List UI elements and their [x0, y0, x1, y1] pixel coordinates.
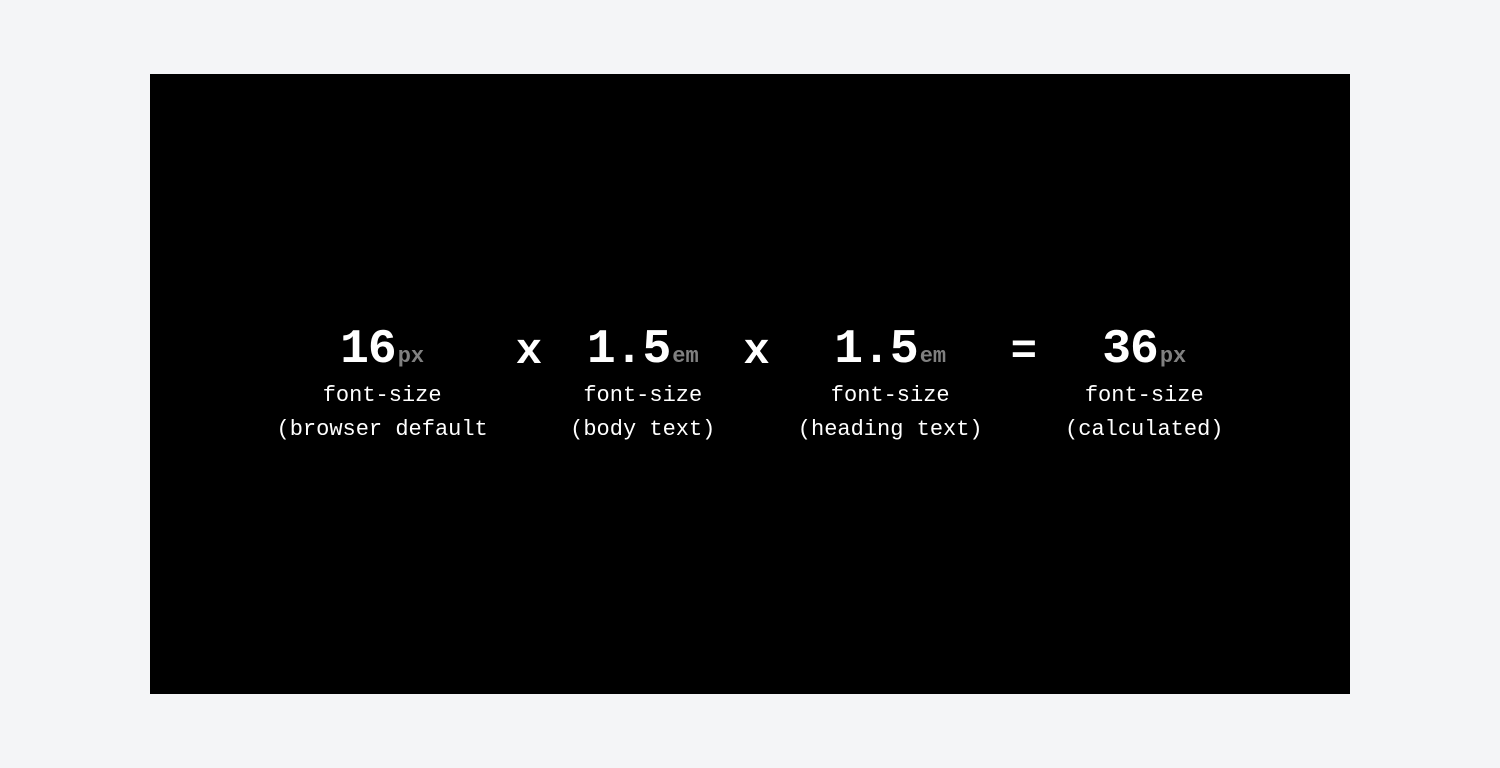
term-value: 36: [1102, 323, 1158, 377]
term-label-1: font-size: [831, 381, 950, 411]
term-label-2: (calculated): [1065, 415, 1223, 445]
term-label-1: font-size: [1085, 381, 1204, 411]
operator-equals: =: [1011, 323, 1037, 377]
term-browser-default: 16 px font-size (browser default: [277, 323, 488, 444]
term-value: 1.5: [587, 323, 670, 377]
term-unit: em: [920, 344, 946, 369]
term-value: 1.5: [834, 323, 917, 377]
term-unit: em: [672, 344, 698, 369]
operator-multiply: x: [516, 323, 542, 377]
term-value-row: 1.5 em: [587, 323, 699, 377]
diagram-panel: 16 px font-size (browser default x 1.5 e…: [150, 74, 1350, 694]
term-label-2: (body text): [570, 415, 715, 445]
term-value-row: 36 px: [1102, 323, 1186, 377]
term-label-2: (browser default: [277, 415, 488, 445]
term-calculated: 36 px font-size (calculated): [1065, 323, 1223, 444]
term-body-text: 1.5 em font-size (body text): [570, 323, 715, 444]
term-heading-text: 1.5 em font-size (heading text): [798, 323, 983, 444]
term-value-row: 16 px: [340, 323, 424, 377]
operator-multiply: x: [743, 323, 769, 377]
term-value: 16: [340, 323, 396, 377]
term-label-1: font-size: [583, 381, 702, 411]
equation-row: 16 px font-size (browser default x 1.5 e…: [277, 323, 1224, 444]
term-label-1: font-size: [323, 381, 442, 411]
term-unit: px: [398, 344, 424, 369]
term-value-row: 1.5 em: [834, 323, 946, 377]
term-unit: px: [1160, 344, 1186, 369]
term-label-2: (heading text): [798, 415, 983, 445]
